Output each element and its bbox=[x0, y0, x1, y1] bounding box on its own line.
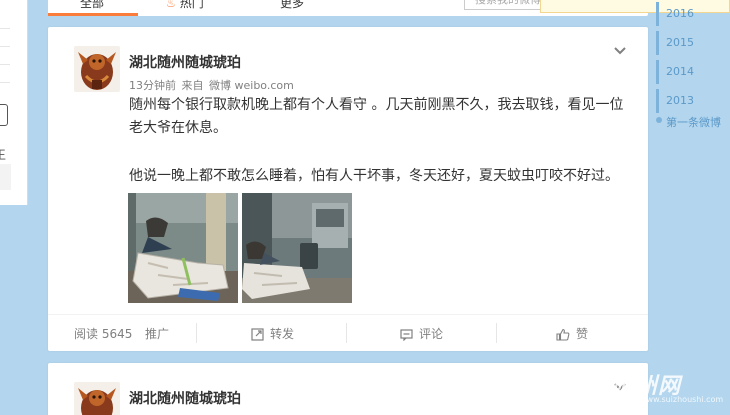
repost-button[interactable]: 转发 bbox=[251, 325, 294, 342]
site-watermark-url: www.suizhoushi.com bbox=[640, 395, 724, 404]
action-divider bbox=[496, 323, 497, 343]
left-side-panel: 王 bbox=[0, 0, 28, 205]
panel-edge-text: 王 bbox=[0, 148, 7, 162]
weibo-post-card: 湖北随州随城琥珀 13分钟前 来自 微博 weibo.com 随州每个银行取款机… bbox=[48, 27, 648, 351]
timeline-year-2016[interactable]: 2016 bbox=[656, 2, 694, 26]
timeline-year-label: 2014 bbox=[666, 65, 694, 78]
timeline-dot-icon bbox=[656, 117, 662, 123]
action-divider bbox=[196, 323, 197, 343]
post-source[interactable]: 微博 weibo.com bbox=[209, 79, 294, 92]
timeline-year-2015[interactable]: 2015 bbox=[656, 31, 694, 55]
comment-button[interactable]: 评论 bbox=[400, 325, 443, 342]
post-action-bar: 阅读 5645 推广 转发 评论 赞 bbox=[48, 314, 648, 351]
read-number: 5645 bbox=[101, 327, 133, 341]
tab-more[interactable]: 更多 bbox=[280, 0, 304, 11]
promote-button[interactable]: 推广 bbox=[145, 325, 169, 342]
tab-all[interactable]: 全部 bbox=[80, 0, 104, 11]
post-timestamp[interactable]: 13分钟前 bbox=[129, 79, 176, 92]
read-count: 阅读 5645 bbox=[74, 325, 132, 342]
post-author-name[interactable]: 湖北随州随城琥珀 bbox=[129, 388, 241, 408]
post-author-name[interactable]: 湖北随州随城琥珀 bbox=[129, 52, 241, 72]
post-from-label: 来自 bbox=[181, 79, 204, 92]
timeline-bar bbox=[656, 60, 659, 84]
repost-label: 转发 bbox=[270, 327, 295, 341]
timeline-year-2013[interactable]: 2013 bbox=[656, 89, 694, 113]
panel-divider bbox=[0, 46, 10, 47]
post-photo-thumbnail[interactable] bbox=[128, 193, 238, 303]
timeline-year-label: 2015 bbox=[666, 36, 694, 49]
tab-hot[interactable]: ♨ 热门 bbox=[166, 0, 204, 11]
weibo-post-card: 湖北随州随城琥珀 bbox=[48, 363, 648, 415]
panel-divider bbox=[0, 82, 10, 83]
fire-icon: ♨ bbox=[166, 0, 176, 10]
chevron-down-icon[interactable] bbox=[612, 43, 628, 59]
action-divider bbox=[346, 323, 347, 343]
tab-hot-label: 热门 bbox=[179, 0, 204, 10]
comment-label: 评论 bbox=[419, 327, 444, 341]
like-label: 赞 bbox=[576, 327, 589, 341]
year-timeline: 2016 2015 2014 2013 第一条微博 bbox=[656, 0, 730, 130]
comment-icon bbox=[400, 329, 413, 342]
panel-divider bbox=[0, 28, 10, 29]
timeline-year-label: 2013 bbox=[666, 94, 694, 107]
thumbs-up-icon bbox=[556, 328, 570, 341]
timeline-bar bbox=[656, 31, 659, 55]
timeline-bar bbox=[656, 89, 659, 113]
like-button[interactable]: 赞 bbox=[556, 325, 588, 342]
read-label: 阅读 bbox=[74, 327, 99, 341]
post-photo-thumbnail[interactable] bbox=[242, 193, 352, 303]
post-text-line: 随州每个银行取款机晚上都有个人看守 。几天前刚黑不久，我去取钱，看见一位 bbox=[129, 97, 624, 113]
timeline-year-label: 2016 bbox=[666, 7, 694, 20]
post-text-line: 他说一晚上都不敢怎么睡着，怕有人干坏事，冬天还好，夏天蚊虫叮咬不好过。 bbox=[129, 168, 619, 184]
avatar[interactable] bbox=[74, 382, 120, 415]
timeline-year-2014[interactable]: 2014 bbox=[656, 60, 694, 84]
post-text-line: 老大爷在休息。 bbox=[129, 120, 227, 136]
post-meta: 13分钟前 来自 微博 weibo.com bbox=[129, 77, 294, 93]
timeline-bar bbox=[656, 2, 659, 26]
panel-shaded-row bbox=[0, 164, 11, 190]
panel-divider bbox=[0, 64, 10, 65]
repost-icon bbox=[251, 328, 264, 341]
panel-input-box[interactable] bbox=[0, 104, 8, 126]
active-tab-underline bbox=[48, 13, 138, 16]
timeline-first-post-link[interactable]: 第一条微博 bbox=[666, 114, 721, 130]
avatar[interactable] bbox=[74, 46, 120, 92]
